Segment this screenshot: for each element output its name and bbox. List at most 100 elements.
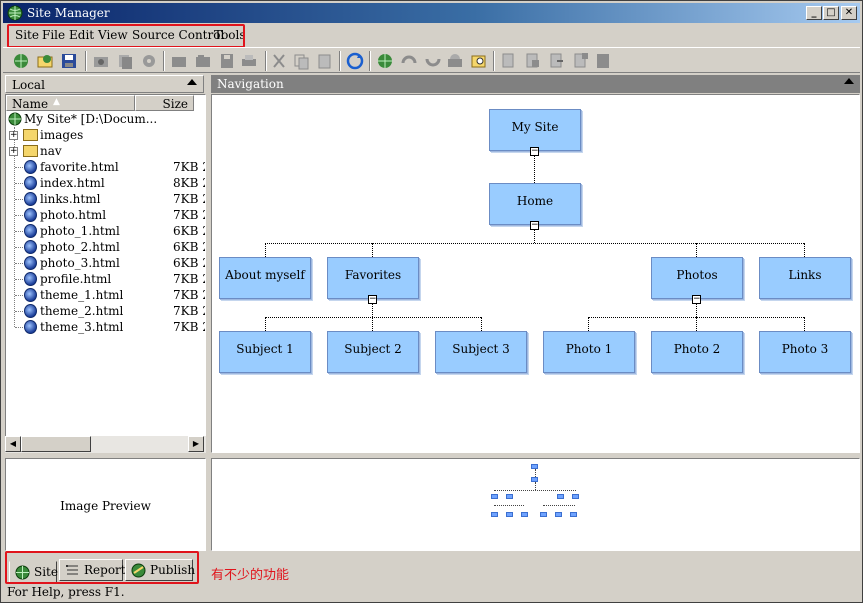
scroll-thumb[interactable] — [21, 436, 91, 452]
menu-source-control[interactable]: Source Control — [132, 28, 224, 42]
overview-node — [570, 512, 577, 517]
tab-report[interactable]: Report — [59, 559, 126, 581]
check-in-icon[interactable] — [523, 51, 543, 71]
local-pane-header[interactable]: Local — [5, 75, 204, 93]
minimize-button[interactable]: _ — [806, 6, 822, 20]
copy-page-icon[interactable] — [115, 51, 135, 71]
book-icon[interactable] — [593, 51, 613, 71]
connector-line — [265, 317, 481, 318]
scroll-left-icon[interactable]: ◀ — [5, 436, 21, 452]
node-photo-3[interactable]: Photo 3 — [759, 331, 851, 373]
tree-line — [15, 247, 23, 248]
file-size: 7KB 2 — [173, 160, 205, 174]
close-button[interactable]: ✕ — [841, 6, 857, 20]
collapse-node-icon[interactable]: − — [530, 147, 539, 156]
check-out-icon[interactable] — [499, 51, 519, 71]
new-site-icon[interactable] — [11, 51, 31, 71]
tree-line — [15, 327, 23, 328]
menu-edit[interactable]: Edit — [69, 28, 94, 42]
horizontal-scrollbar[interactable]: ◀ ▶ — [5, 436, 206, 453]
tree-root[interactable]: My Site* [D:\Docum... — [6, 111, 205, 127]
copy-icon[interactable] — [291, 51, 311, 71]
overview-line — [535, 469, 536, 477]
node-links[interactable]: Links — [759, 257, 851, 299]
file-row[interactable]: photo_2.html 6KB 2 — [6, 239, 205, 255]
html-file-icon — [24, 192, 37, 206]
file-row[interactable]: theme_3.html 7KB 2 — [6, 319, 205, 335]
toolbar-separator — [369, 51, 371, 71]
html-file-icon — [24, 256, 37, 270]
file-row[interactable]: photo_3.html 6KB 2 — [6, 255, 205, 271]
html-file-icon — [24, 208, 37, 222]
disk-icon[interactable] — [217, 51, 237, 71]
node-home[interactable]: Home — [489, 183, 581, 225]
maximize-button[interactable]: □ — [823, 6, 839, 20]
file-row[interactable]: favorite.html 7KB 2 — [6, 159, 205, 175]
node-about-myself[interactable]: About myself — [219, 257, 311, 299]
save-icon[interactable] — [59, 51, 79, 71]
collapse-node-icon[interactable]: − — [530, 221, 539, 230]
file-row[interactable]: index.html 8KB 2 — [6, 175, 205, 191]
collapse-up-icon[interactable] — [844, 78, 854, 84]
column-header-size[interactable]: Size — [135, 95, 194, 111]
put-icon[interactable] — [423, 51, 443, 71]
node-subject-1[interactable]: Subject 1 — [219, 331, 311, 373]
overview-line — [535, 482, 536, 490]
node-subject-2[interactable]: Subject 2 — [327, 331, 419, 373]
folder-icon — [23, 129, 38, 141]
column-header-name[interactable]: Name ▲ — [6, 95, 135, 111]
tab-site[interactable]: Site — [9, 561, 58, 583]
node-photos[interactable]: Photos — [651, 257, 743, 299]
gear-icon[interactable] — [139, 51, 159, 71]
expand-icon[interactable]: + — [9, 131, 18, 140]
undo-check-out-icon[interactable] — [547, 51, 567, 71]
file-name: photo_3.html — [40, 256, 120, 270]
file-row[interactable]: photo_1.html 6KB 2 — [6, 223, 205, 239]
tree-folder-nav[interactable]: + nav — [6, 143, 205, 159]
navigation-pane-header[interactable]: Navigation — [211, 75, 860, 93]
cut-icon[interactable] — [269, 51, 289, 71]
server-icon[interactable] — [445, 51, 465, 71]
overview-node — [506, 512, 513, 517]
connect-icon[interactable] — [375, 51, 395, 71]
collapse-up-icon[interactable] — [187, 79, 197, 85]
find-icon[interactable] — [469, 51, 489, 71]
menu-view[interactable]: View — [98, 28, 128, 42]
scroll-right-icon[interactable]: ▶ — [188, 436, 204, 452]
overview-line — [494, 490, 576, 491]
menu-tools[interactable]: Tools — [214, 28, 246, 42]
get-icon[interactable] — [399, 51, 419, 71]
annotation-text: 有不少的功能 — [211, 568, 290, 583]
file-row[interactable]: photo.html 7KB 2 — [6, 207, 205, 223]
camera-icon[interactable] — [91, 51, 111, 71]
node-photo-2[interactable]: Photo 2 — [651, 331, 743, 373]
menu-file[interactable]: File — [42, 28, 65, 42]
file-row[interactable]: theme_2.html 7KB 2 — [6, 303, 205, 319]
node-subject-3[interactable]: Subject 3 — [435, 331, 527, 373]
menu-site[interactable]: Site — [15, 28, 39, 42]
expand-icon[interactable]: + — [9, 147, 18, 156]
tree-line — [15, 231, 23, 232]
connector-line — [265, 317, 266, 331]
file-name: index.html — [40, 176, 105, 190]
node-my-site[interactable]: My Site — [489, 109, 581, 151]
node-photo-1[interactable]: Photo 1 — [543, 331, 635, 373]
file-row[interactable]: theme_1.html 7KB 2 — [6, 287, 205, 303]
print-icon[interactable] — [239, 51, 259, 71]
file-row[interactable]: links.html 7KB 2 — [6, 191, 205, 207]
navigation-panel: My Site − Home − About myself Favorites … — [211, 94, 860, 453]
tab-publish[interactable]: Publish — [125, 559, 195, 581]
open-folder-icon[interactable] — [193, 51, 213, 71]
file-row[interactable]: profile.html 7KB 2 — [6, 271, 205, 287]
history-icon[interactable] — [571, 51, 591, 71]
site-overview-pane[interactable] — [211, 458, 860, 551]
paste-icon[interactable] — [315, 51, 335, 71]
tree-folder-images[interactable]: + images — [6, 127, 205, 143]
refresh-icon[interactable] — [345, 51, 365, 71]
overview-line — [494, 505, 524, 506]
collapse-node-icon[interactable]: − — [692, 295, 701, 304]
folder-icon[interactable] — [169, 51, 189, 71]
collapse-node-icon[interactable]: − — [368, 295, 377, 304]
open-site-icon[interactable] — [35, 51, 55, 71]
node-favorites[interactable]: Favorites — [327, 257, 419, 299]
